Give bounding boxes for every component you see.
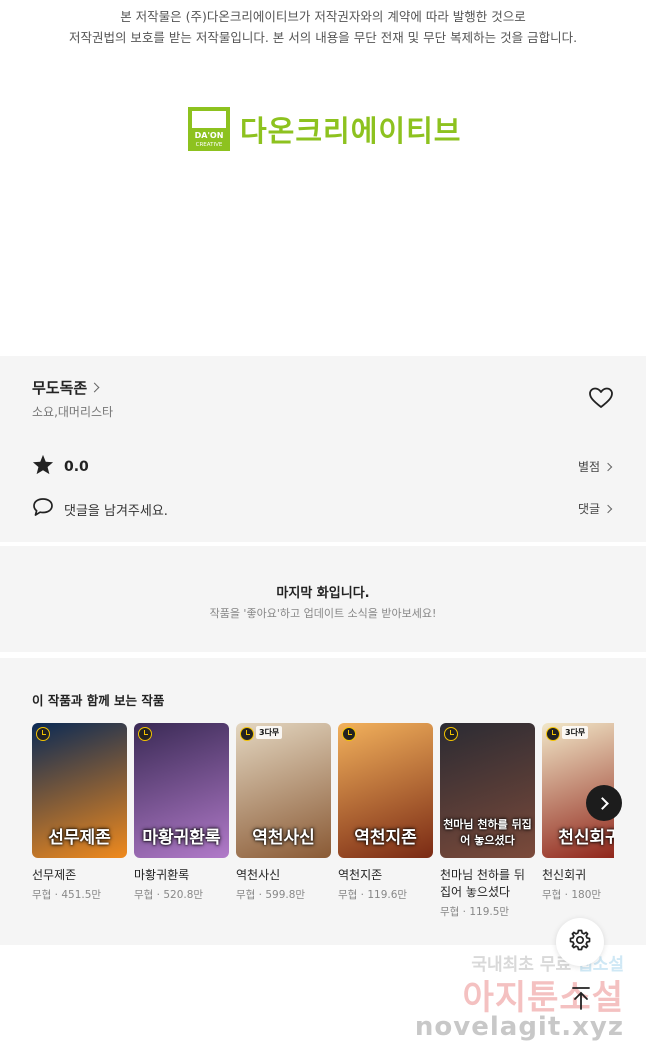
- recommend-card-cover: 선무제존: [32, 723, 127, 858]
- clock-icon: [444, 727, 458, 741]
- recommend-card-cover: 3다무역천사신: [236, 723, 331, 858]
- copyright-notice-line1: 본 저작물은 (주)다온크리에이티브가 저작권자와의 계약에 따라 발행한 것으…: [120, 9, 526, 24]
- publisher-logo-sub-text: CREATIVE: [195, 142, 223, 148]
- rating-display: 0.0: [32, 454, 89, 479]
- rate-button-label: 별점: [578, 460, 601, 474]
- clock-icon: [342, 727, 356, 741]
- star-icon: [32, 454, 54, 479]
- recommend-card-meta: 무협 · 520.8만: [134, 889, 204, 901]
- arrow-up-icon: [569, 985, 593, 1015]
- work-authors: 소요,대머리스타: [32, 405, 114, 419]
- copyright-notice-line2: 저작권법의 보호를 받는 저작물입니다. 본 서의 내용을 무단 전재 및 무단…: [68, 30, 578, 45]
- cover-title-art: 역천지존: [354, 828, 417, 848]
- comment-placeholder: 댓글을 남겨주세요.: [64, 503, 168, 519]
- chevron-right-icon: [603, 462, 613, 471]
- recommend-card-title: 천마님 천하를 뒤집어 놓으셨다: [440, 868, 525, 899]
- rate-button[interactable]: 별점: [578, 458, 613, 475]
- copyright-notice: 본 저작물은 (주)다온크리에이티브가 저작권자와의 계약에 따라 발행한 것으…: [0, 6, 646, 48]
- carousel-next-button[interactable]: [586, 785, 622, 821]
- recommend-card[interactable]: 역천지존 역천지존 무협 · 119.6만: [338, 723, 433, 902]
- work-title: 무도독존: [32, 379, 88, 397]
- recommend-card[interactable]: 3다무 역천사신 역천사신 무협 · 599.8만: [236, 723, 331, 902]
- recommend-card-title: 역천사신: [236, 868, 281, 882]
- recommend-card-title: 선무제존: [32, 868, 77, 882]
- last-episode-subtitle: 작품을 '좋아요'하고 업데이트 소식을 받아보세요!: [209, 607, 437, 620]
- recommend-title: 이 작품과 함께 보는 작품: [32, 693, 165, 708]
- recommend-card-meta: 무협 · 599.8만: [236, 889, 306, 901]
- cover-title-art: 천마님 천하를 뒤집어 놓으셨다: [443, 818, 532, 847]
- recommend-card-meta: 무협 · 180만: [542, 889, 602, 901]
- cover-title-art: 천신회귀: [558, 828, 614, 848]
- clock-icon: [546, 727, 560, 741]
- chevron-right-icon: [603, 504, 613, 513]
- recommend-card-cover: 천마님 천하를 뒤집어 놓으셨다: [440, 723, 535, 858]
- clock-icon: [36, 727, 50, 741]
- work-title-link[interactable]: 무도독존: [32, 377, 100, 398]
- recommend-card[interactable]: 천마님 천하를 뒤집어 놓으셨다 천마님 천하를 뒤집어 놓으셨다 무협 · 119…: [440, 723, 535, 919]
- chevron-right-icon: [596, 796, 609, 810]
- comment-input[interactable]: 댓글을 남겨주세요.: [32, 497, 168, 521]
- chevron-right-icon: [89, 382, 100, 393]
- recommend-card-title: 마황귀환록: [134, 868, 190, 882]
- cover-title-art: 선무제존: [48, 828, 111, 848]
- publisher-logo-name: 다온크리에이티브: [240, 114, 462, 148]
- cover-title-art: 마황귀환록: [142, 828, 221, 848]
- rating-value: 0.0: [64, 458, 89, 475]
- recommend-card-cover: 마황귀환록: [134, 723, 229, 858]
- recommend-card-meta: 무협 · 119.6만: [338, 889, 408, 901]
- cover-title-art: 역천사신: [252, 828, 315, 848]
- last-episode-title: 마지막 화입니다.: [276, 586, 370, 601]
- free-badge: 3다무: [256, 726, 283, 739]
- recommend-carousel: 선무제존 선무제존 무협 · 451.5만 마황귀환록 마황귀환록 무협 · 520.8만…: [32, 723, 614, 923]
- clock-icon: [138, 727, 152, 741]
- speech-bubble-icon: [32, 497, 54, 521]
- publisher-logo: DA'ON CREATIVE 다온크리에이티브: [188, 106, 461, 152]
- recommend-card[interactable]: 선무제존 선무제존 무협 · 451.5만: [32, 723, 127, 902]
- publisher-logo-mark: DA'ON CREATIVE: [188, 107, 230, 151]
- recommend-card-meta: 무협 · 451.5만: [32, 889, 102, 901]
- free-badge: 3다무: [562, 726, 589, 739]
- recommend-card-title: 역천지존: [338, 868, 383, 882]
- recommend-card-meta: 무협 · 119.5만: [440, 906, 510, 918]
- scroll-top-button[interactable]: [564, 983, 598, 1017]
- clock-icon: [240, 727, 254, 741]
- recommend-card[interactable]: 마황귀환록 마황귀환록 무협 · 520.8만: [134, 723, 229, 902]
- gear-icon: [568, 928, 592, 956]
- comments-button[interactable]: 댓글: [578, 500, 613, 517]
- recommend-card-title: 천신회귀: [542, 868, 587, 882]
- comments-button-label: 댓글: [578, 502, 601, 516]
- heart-icon[interactable]: [588, 386, 614, 410]
- publisher-logo-mark-text: DA'ON: [194, 131, 224, 140]
- recommend-card-cover: 역천지존: [338, 723, 433, 858]
- settings-button[interactable]: [556, 918, 604, 966]
